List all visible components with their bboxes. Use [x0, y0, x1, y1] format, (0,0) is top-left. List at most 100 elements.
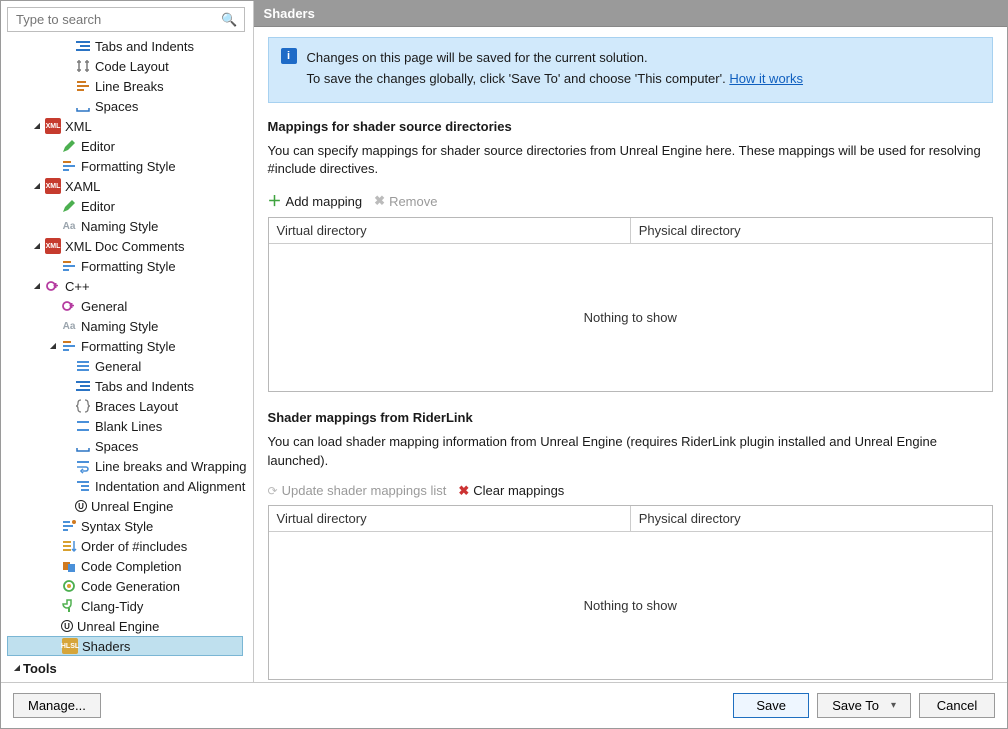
info-banner: i Changes on this page will be saved for…	[268, 37, 993, 103]
expander-icon[interactable]	[11, 664, 23, 672]
tree-item-xaml[interactable]: XML XAML	[7, 176, 251, 196]
tree-item-label: Spaces	[95, 99, 138, 114]
tree-item-label: Formatting Style	[81, 339, 176, 354]
info-line-2: To save the changes globally, click 'Sav…	[307, 69, 803, 90]
xml-icon: XML	[45, 118, 61, 134]
tree-item-cpp-naming[interactable]: Aa Naming Style	[7, 316, 251, 336]
tree-item-fmt-indent[interactable]: Indentation and Alignment	[7, 476, 251, 496]
tree-item-fmt-braces[interactable]: Braces Layout	[7, 396, 251, 416]
tree-item-xmldoc-formatting[interactable]: Formatting Style	[7, 256, 251, 276]
general-icon	[61, 298, 77, 314]
tree-item-tools[interactable]: Tools	[7, 658, 243, 678]
clear-mappings-button[interactable]: ✖ Clear mappings	[458, 483, 564, 499]
add-mapping-button[interactable]: ＋ Add mapping	[268, 191, 363, 211]
cancel-button[interactable]: Cancel	[919, 693, 995, 718]
braces-icon	[75, 398, 91, 414]
linebreaks-icon	[75, 78, 91, 94]
tree-item-cpp-formatting[interactable]: Formatting Style	[7, 336, 251, 356]
tree-item-fmt-spaces[interactable]: Spaces	[7, 436, 251, 456]
save-to-button[interactable]: Save To	[817, 693, 911, 718]
tree-item-cpp[interactable]: C++	[7, 276, 251, 296]
save-button[interactable]: Save	[733, 693, 809, 718]
tree-item-xaml-naming[interactable]: Aa Naming Style	[7, 216, 251, 236]
info-line-2-text: To save the changes globally, click 'Sav…	[307, 71, 730, 86]
expander-icon[interactable]	[31, 122, 43, 130]
tree-item-label: Unreal Engine	[77, 619, 159, 634]
tree-item-code-generation[interactable]: Code Generation	[7, 576, 251, 596]
tree-item-label: Naming Style	[81, 219, 158, 234]
tree-item-label: Shaders	[82, 639, 130, 654]
grid-empty-text: Nothing to show	[269, 532, 992, 679]
expander-icon[interactable]	[47, 342, 59, 350]
tree-item-label: Code Generation	[81, 579, 180, 594]
tree-item-label: XAML	[65, 179, 100, 194]
plus-icon: ＋	[268, 191, 282, 211]
tree-item-syntax-style[interactable]: Syntax Style	[7, 516, 251, 536]
formatting-icon	[61, 258, 77, 274]
tree-item-cpp-general[interactable]: General	[7, 296, 251, 316]
tree-item-xml-editor[interactable]: Editor	[7, 136, 251, 156]
spaces-icon	[75, 98, 91, 114]
tree-item-xml-formatting[interactable]: Formatting Style	[7, 156, 251, 176]
tree-item-label: Syntax Style	[81, 519, 153, 534]
search-box[interactable]: 🔍	[7, 7, 245, 32]
tree-item-label: Unreal Engine	[91, 499, 173, 514]
tree-item-shaders[interactable]: HLSL Shaders	[7, 636, 243, 656]
page-title: Shaders	[254, 1, 1007, 27]
col-virtual: Virtual directory	[269, 218, 631, 243]
cpp-icon	[45, 278, 61, 294]
tree-item-fmt-wrap[interactable]: Line breaks and Wrapping	[7, 456, 251, 476]
update-mappings-label: Update shader mappings list	[282, 483, 447, 498]
blanklines-icon	[75, 418, 91, 434]
tree-item-line-breaks[interactable]: Line Breaks	[7, 76, 251, 96]
tree-item-code-completion[interactable]: Code Completion	[7, 556, 251, 576]
tree-item-fmt-tabs[interactable]: Tabs and Indents	[7, 376, 251, 396]
tree-item-xmldoc[interactable]: XML XML Doc Comments	[7, 236, 251, 256]
unreal-icon: U	[75, 500, 87, 512]
completion-icon	[61, 558, 77, 574]
tree-item-label: Code Completion	[81, 559, 181, 574]
tree-item-fmt-blank[interactable]: Blank Lines	[7, 416, 251, 436]
settings-sidebar: 🔍 Tabs and Indents Code L	[1, 1, 254, 682]
search-input[interactable]	[14, 11, 221, 28]
tree-item-fmt-general[interactable]: General	[7, 356, 251, 376]
tree-item-xaml-editor[interactable]: Editor	[7, 196, 251, 216]
remove-icon: ✖	[374, 193, 385, 209]
section2-title: Shader mappings from RiderLink	[268, 410, 993, 425]
col-physical: Physical directory	[631, 506, 992, 531]
unreal-icon: U	[61, 620, 73, 632]
tree-item-fmt-ue[interactable]: U Unreal Engine	[7, 496, 251, 516]
xml-icon: XML	[45, 238, 61, 254]
how-it-works-link[interactable]: How it works	[729, 71, 803, 86]
tree-item-order-includes[interactable]: Order of #includes	[7, 536, 251, 556]
clang-tidy-icon	[61, 598, 77, 614]
settings-tree[interactable]: Tabs and Indents Code Layout Line Breaks	[7, 36, 253, 682]
xaml-icon: XML	[45, 178, 61, 194]
expander-icon[interactable]	[31, 242, 43, 250]
tree-item-label: Tools	[23, 661, 57, 676]
tree-item-label: General	[95, 359, 141, 374]
formatting-icon	[61, 338, 77, 354]
mappings-grid-1[interactable]: Virtual directory Physical directory Not…	[268, 217, 993, 392]
info-icon: i	[281, 48, 297, 64]
tree-item-label: Blank Lines	[95, 419, 162, 434]
info-line-1: Changes on this page will be saved for t…	[307, 48, 803, 69]
manage-button[interactable]: Manage...	[13, 693, 101, 718]
mappings-grid-2[interactable]: Virtual directory Physical directory Not…	[268, 505, 993, 680]
tree-item-label: Clang-Tidy	[81, 599, 143, 614]
tree-item-spaces[interactable]: Spaces	[7, 96, 251, 116]
tree-item-label: General	[81, 299, 127, 314]
tree-item-code-layout[interactable]: Code Layout	[7, 56, 251, 76]
expander-icon[interactable]	[31, 182, 43, 190]
section2-desc: You can load shader mapping information …	[268, 433, 993, 471]
clear-icon: ✖	[458, 483, 469, 499]
naming-icon: Aa	[61, 218, 77, 234]
expander-icon[interactable]	[31, 282, 43, 290]
tabs-icon	[75, 38, 91, 54]
tree-item-label: Order of #includes	[81, 539, 187, 554]
tree-item-xml[interactable]: XML XML	[7, 116, 251, 136]
tree-item-unreal-engine[interactable]: U Unreal Engine	[7, 616, 251, 636]
tree-item-tabs-indents[interactable]: Tabs and Indents	[7, 36, 251, 56]
syntax-icon	[61, 518, 77, 534]
tree-item-clang-tidy[interactable]: Clang-Tidy	[7, 596, 251, 616]
